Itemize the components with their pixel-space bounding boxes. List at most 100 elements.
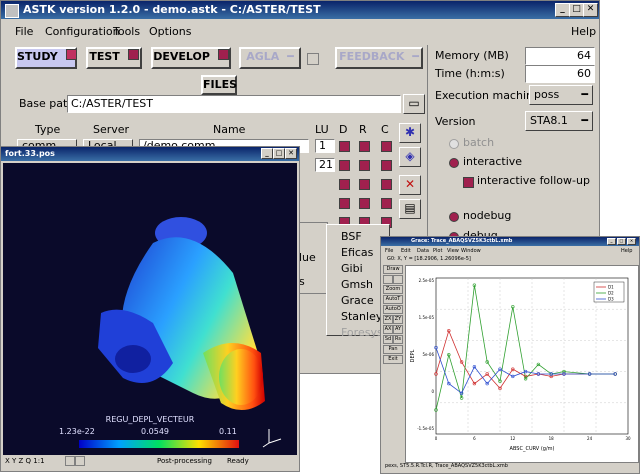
minimize-icon[interactable]: _ [261,148,273,159]
grace-exit-button[interactable]: Exit [383,355,403,364]
menu-configuration[interactable]: Configuration [45,25,120,38]
check-d[interactable] [339,160,350,171]
check-c[interactable] [381,160,392,171]
feedback-label: FEEDBACK [339,50,405,63]
submenu-item-partial[interactable]: lue [299,251,316,264]
scale-max-label: 0.11 [219,427,237,436]
lighting-icon[interactable] [65,456,75,466]
test-button[interactable]: TEST [86,47,142,69]
grace-rs-button[interactable]: Rs [393,335,403,344]
close-icon[interactable]: ✕ [285,148,297,159]
minimize-icon[interactable]: _ [555,3,570,17]
time-input[interactable]: 60 [525,65,595,83]
col-lu: LU [315,123,329,136]
check-d[interactable] [339,198,350,209]
maximize-icon[interactable]: □ [569,3,584,17]
grace-footer: pexs, ST5.5.R.Tcl.R, Trace_ABAQSVZ5K3ctb… [385,463,508,469]
grace-zx-button[interactable]: ZX [383,315,393,324]
exec-machine-select[interactable]: poss ━ [529,85,593,105]
exec-machine-label: Execution machine [435,89,540,102]
check-r[interactable] [359,179,370,190]
check-c[interactable] [381,179,392,190]
add-file-icon[interactable]: ✱ [399,123,421,143]
clip-icon[interactable] [75,456,85,466]
row1-lu-input[interactable]: 1 [315,139,335,153]
open-file-icon[interactable]: ◈ [399,147,421,167]
menu-help[interactable]: Help [571,25,596,38]
y-tick-label: 0 [431,389,434,394]
menu-file[interactable]: File [15,25,33,38]
grace-ax-button[interactable]: AX [383,325,393,334]
astk-title-text: ASTK version 1.2.0 - demo.astk - C:/ASTE… [23,3,321,16]
col-name: Name [213,123,246,136]
grace-zoom-button[interactable]: Zoom [383,285,403,294]
x-axis-label: ABSC_CURV (g/m) [510,446,555,452]
x-tick-label: 6 [473,436,476,441]
grace-menu-data[interactable]: Data [417,248,429,254]
post-window: fort.33.pos _ □ ✕ REGU_DEPL_VECTEUR 1.23… [0,146,300,472]
grace-zoom-out-icon[interactable] [393,275,403,284]
grace-pan-button[interactable]: Pan [383,345,403,354]
maximize-icon[interactable]: □ [617,238,626,245]
legend-label: D3 [608,297,614,302]
grace-readout: G0: X, Y = [18.2906, 1.26096e-5] [387,256,471,262]
base-path-input[interactable]: C:/ASTER/TEST [67,95,401,113]
check-r[interactable] [359,141,370,152]
grace-draw-button[interactable]: Draw [383,265,403,274]
x-tick-label: 24 [587,436,593,441]
agla-button[interactable]: AGLA ━ [239,47,301,69]
grace-ay-button[interactable]: AY [393,325,403,334]
grace-menu-file[interactable]: File [385,248,393,254]
memory-input[interactable]: 64 [525,47,595,65]
grace-autoo-button[interactable]: AutoO [383,305,403,314]
folder-icon[interactable]: ▭ [403,94,425,114]
interactive-follow-check[interactable] [463,177,474,188]
row2-lu-input[interactable]: 21 [315,158,335,172]
properties-icon[interactable]: ▤ [399,199,421,219]
interactive-radio[interactable] [449,158,459,168]
grace-menu-plot[interactable]: Plot [433,248,442,254]
close-icon[interactable]: ✕ [627,238,636,245]
agla-check-icon[interactable] [307,53,319,65]
grace-zy-button[interactable]: ZY [393,315,403,324]
x-tick-label: 12 [510,436,516,441]
post-viewport[interactable]: REGU_DEPL_VECTEUR 1.23e-22 0.0549 0.11 [3,163,297,455]
develop-button[interactable]: DEVELOP [151,47,231,69]
grace-sd-button[interactable]: Sd [383,335,393,344]
scale-min-label: 1.23e-22 [59,427,95,436]
batch-label: batch [463,136,495,149]
post-title-bar: fort.33.pos _ □ ✕ [1,147,299,161]
grace-autot-button[interactable]: AutoT [383,295,403,304]
version-label: Version [435,115,476,128]
study-button[interactable]: STUDY [15,47,77,69]
menu-options[interactable]: Options [149,25,191,38]
feedback-button[interactable]: FEEDBACK ━ [335,47,423,69]
grace-menu-edit[interactable]: Edit [401,248,411,254]
check-r[interactable] [359,198,370,209]
field-name-label: REGU_DEPL_VECTEUR [105,415,195,424]
dropdown-icon: ━ [581,88,588,101]
grace-menu-view[interactable]: View [447,248,459,254]
files-button[interactable]: FILES [201,75,237,95]
check-r[interactable] [359,160,370,171]
maximize-icon[interactable]: □ [273,148,285,159]
close-icon[interactable]: ✕ [583,3,598,17]
x-tick-label: 18 [549,436,555,441]
minimize-icon[interactable]: _ [607,238,616,245]
nodebug-radio[interactable] [449,212,459,222]
batch-radio[interactable] [449,139,459,149]
post-status-mid: Post-processing [157,457,212,465]
version-select[interactable]: STA8.1 ━ [525,111,593,131]
check-d[interactable] [339,179,350,190]
axis-triad-icon [262,429,282,448]
check-c[interactable] [381,141,392,152]
grace-zoom-in-icon[interactable] [383,275,393,284]
grace-menu-window[interactable]: Window [461,248,481,254]
menu-tools[interactable]: Tools [113,25,140,38]
y-axis-label: DEPL [410,349,416,362]
delete-file-icon[interactable]: ✕ [399,175,421,195]
grace-menu-help[interactable]: Help [621,248,632,254]
check-c[interactable] [381,198,392,209]
check-d[interactable] [339,141,350,152]
grace-canvas[interactable]: 2.5e-05 1.5e-05 5e-06 0 -1.5e-05 0 6 12 18 24 30 AB… [405,265,639,463]
